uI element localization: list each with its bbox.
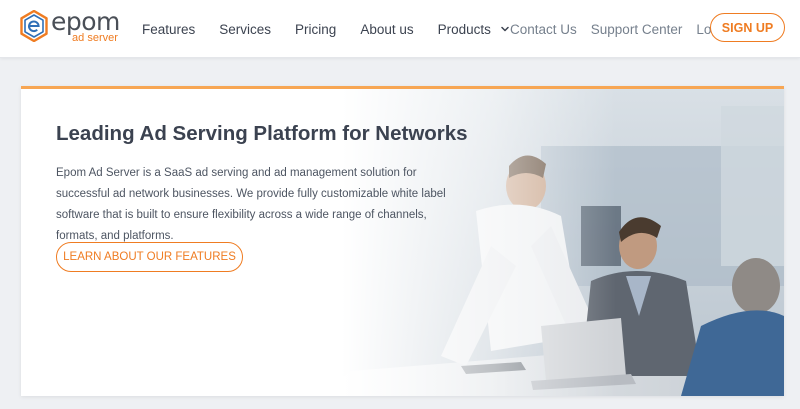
nav-support-center[interactable]: Support Center [591, 22, 683, 37]
epom-logo[interactable]: epom ad server [20, 7, 130, 51]
nav-products-label: Products [437, 21, 491, 37]
nav-pricing-label: Pricing [295, 21, 337, 37]
nav-contact-us-label: Contact Us [510, 21, 577, 37]
learn-about-features-button[interactable]: LEARN ABOUT OUR FEATURES [56, 242, 243, 272]
nav-features[interactable]: Features [142, 22, 195, 37]
hero-description: Epom Ad Server is a SaaS ad serving and … [56, 167, 446, 242]
nav-products-dropdown[interactable]: Products [438, 22, 510, 37]
nav-features-label: Features [142, 21, 196, 37]
nav-about-us-label: About us [360, 21, 414, 37]
logo-subtitle: ad server [72, 32, 118, 44]
nav-services-label: Services [219, 21, 272, 37]
epom-hexagon-icon [20, 10, 48, 42]
primary-nav: Features Services Pricing About us Produ… [142, 0, 534, 58]
nav-services[interactable]: Services [219, 22, 271, 37]
nav-about-us[interactable]: About us [360, 22, 413, 37]
secondary-nav: Contact Us Support Center Login [510, 0, 743, 58]
hero-section: Leading Ad Serving Platform for Networks… [21, 86, 784, 396]
nav-support-center-label: Support Center [590, 21, 683, 37]
sign-up-button[interactable]: SIGN UP [710, 13, 785, 42]
hero-title: Leading Ad Serving Platform for Networks [56, 122, 468, 145]
hero-accent-bar [21, 86, 784, 89]
nav-contact-us[interactable]: Contact Us [510, 22, 577, 37]
nav-pricing[interactable]: Pricing [295, 22, 336, 37]
chevron-down-icon [501, 26, 509, 32]
site-header: epom ad server Features Services Pricing… [0, 0, 800, 58]
